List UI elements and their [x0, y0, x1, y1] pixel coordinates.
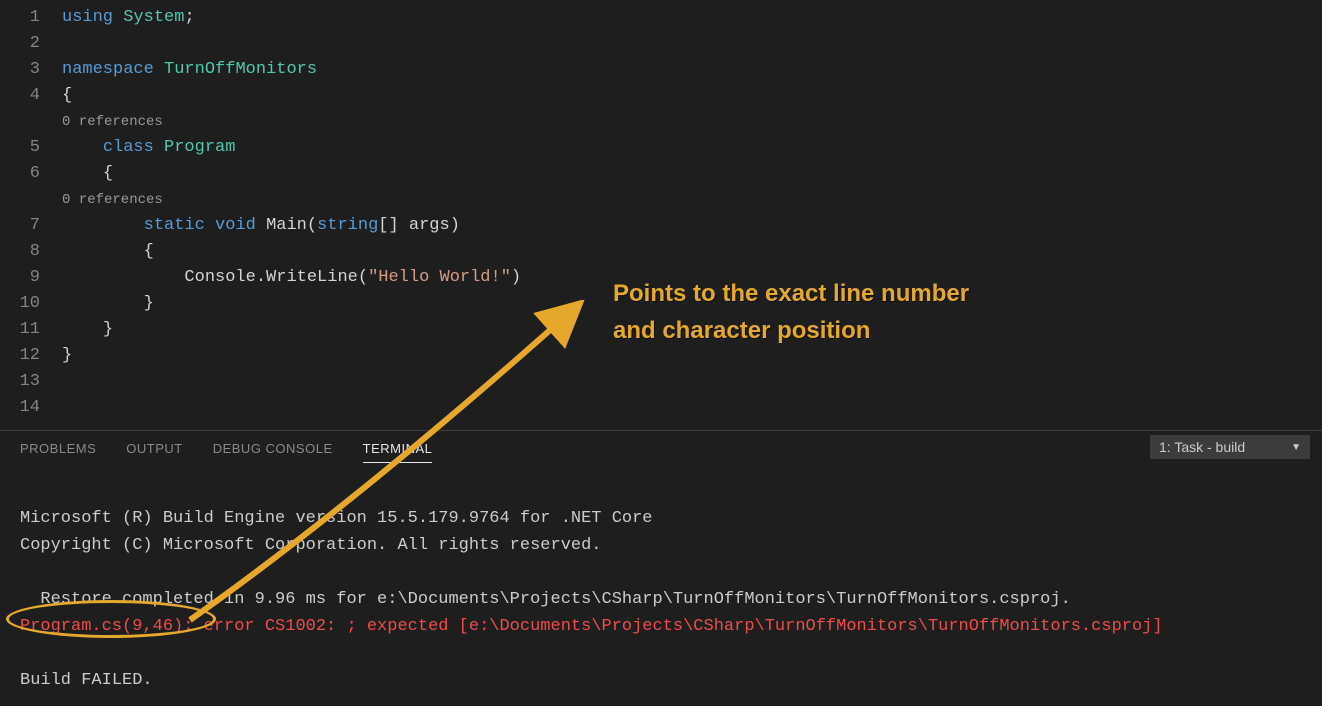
line-number: 2	[0, 31, 40, 57]
code-line[interactable]: namespace TurnOffMonitors	[62, 57, 1322, 83]
line-number: 1	[0, 5, 40, 31]
terminal-error-line[interactable]: Program.cs(9,46): error CS1002: ; expect…	[20, 617, 1163, 636]
annotation-text: Points to the exact line number	[613, 275, 969, 312]
panel-tabs: PROBLEMS OUTPUT DEBUG CONSOLE TERMINAL 1…	[0, 431, 1322, 466]
line-number: 3	[0, 57, 40, 83]
code-content[interactable]: using System; namespace TurnOffMonitors …	[62, 5, 1322, 430]
line-number	[0, 187, 40, 213]
terminal-line: Restore completed in 9.96 ms for e:\Docu…	[20, 590, 1071, 609]
terminal-output[interactable]: Microsoft (R) Build Engine version 15.5.…	[0, 466, 1322, 706]
tab-problems[interactable]: PROBLEMS	[20, 435, 96, 462]
terminal-selector-dropdown[interactable]: 1: Task - build ▼	[1150, 435, 1310, 459]
code-line[interactable]: {	[62, 239, 1322, 265]
bottom-panel: PROBLEMS OUTPUT DEBUG CONSOLE TERMINAL 1…	[0, 430, 1322, 706]
annotation-text: and character position	[613, 312, 969, 349]
codelens-references[interactable]: 0 references	[62, 109, 1322, 135]
line-number	[0, 109, 40, 135]
line-number: 6	[0, 161, 40, 187]
line-number: 9	[0, 265, 40, 291]
code-line[interactable]: {	[62, 161, 1322, 187]
dropdown-value: 1: Task - build	[1159, 439, 1245, 455]
code-line[interactable]: {	[62, 83, 1322, 109]
tab-debug-console[interactable]: DEBUG CONSOLE	[213, 435, 333, 462]
tab-output[interactable]: OUTPUT	[126, 435, 182, 462]
terminal-line: Microsoft (R) Build Engine version 15.5.…	[20, 509, 653, 528]
terminal-line: Copyright (C) Microsoft Corporation. All…	[20, 536, 602, 555]
code-line[interactable]	[62, 31, 1322, 57]
code-editor[interactable]: 1 2 3 4 5 6 7 8 9 10 11 12 13 14 using S…	[0, 0, 1322, 430]
line-number: 8	[0, 239, 40, 265]
code-line[interactable]: using System;	[62, 5, 1322, 31]
line-number: 11	[0, 317, 40, 343]
codelens-references[interactable]: 0 references	[62, 187, 1322, 213]
code-line[interactable]	[62, 395, 1322, 421]
line-number: 13	[0, 369, 40, 395]
chevron-down-icon: ▼	[1291, 442, 1301, 453]
code-line[interactable]: class Program	[62, 135, 1322, 161]
tab-terminal[interactable]: TERMINAL	[363, 435, 433, 463]
line-number: 12	[0, 343, 40, 369]
line-number: 5	[0, 135, 40, 161]
line-number: 14	[0, 395, 40, 421]
line-number: 10	[0, 291, 40, 317]
code-line[interactable]	[62, 369, 1322, 395]
annotation-callout: Points to the exact line number and char…	[613, 275, 969, 349]
line-number: 7	[0, 213, 40, 239]
code-line[interactable]: static void Main(string[] args)	[62, 213, 1322, 239]
line-number-gutter: 1 2 3 4 5 6 7 8 9 10 11 12 13 14	[0, 5, 62, 430]
terminal-line: Build FAILED.	[20, 671, 153, 690]
line-number: 4	[0, 83, 40, 109]
